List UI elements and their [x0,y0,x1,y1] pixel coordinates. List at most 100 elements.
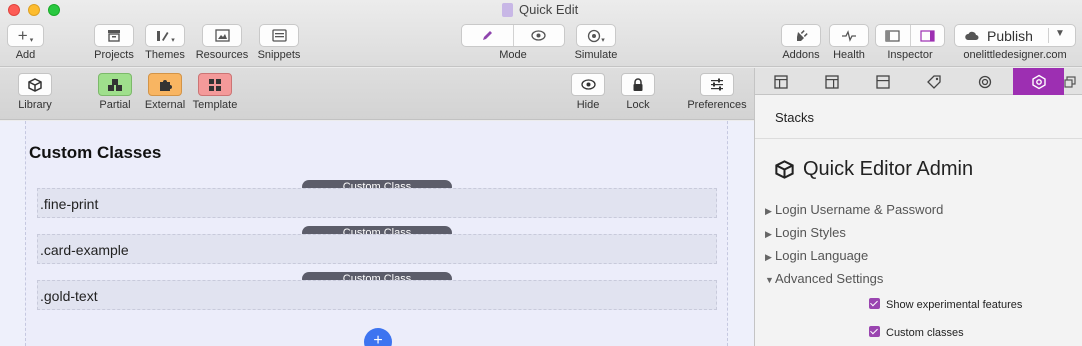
show-experimental-checkbox[interactable]: Show experimental features [869,298,1022,311]
template-label: Template [192,99,238,111]
custom-classes-checkbox[interactable]: Custom classes [869,326,964,339]
preferences-button[interactable] [700,73,734,96]
checkbox-label: Show experimental features [886,299,1023,311]
simulate-label: Simulate [574,49,618,61]
tab-stacks[interactable] [1013,68,1064,95]
layout-icon [824,74,839,89]
cube-icon [28,77,42,92]
page-heading: Custom Classes [29,143,162,162]
hide-label: Hide [576,99,600,111]
close-window-button[interactable] [8,4,20,16]
disclosure-triangle-icon: ▶ [765,252,772,262]
tab-site-layout[interactable] [806,68,857,95]
themes-button[interactable]: ▾ [145,24,185,47]
preferences-label: Preferences [687,99,747,111]
document-icon [502,3,513,17]
disclosure-label: Login Language [775,248,869,263]
tab-page-layout[interactable] [755,68,806,95]
publish-button[interactable]: Publish ▼ [954,24,1076,47]
cubes-icon [108,78,122,91]
target-icon [588,29,601,42]
brush-icon [157,30,169,41]
disclosure-label: Advanced Settings [775,271,884,286]
disclosure-login-credentials[interactable]: ▶ Login Username & Password [765,202,943,217]
inspector-label: Inspector [887,49,933,61]
checkbox-checked-icon [869,326,880,337]
external-button[interactable] [148,73,182,96]
custom-class-row[interactable]: .fine-print [37,188,717,218]
disclosure-login-styles[interactable]: ▶ Login Styles [765,225,846,240]
disclosure-advanced-settings[interactable]: ▼Advanced Settings [765,271,883,286]
sidebar-right-icon [920,29,935,42]
add-stack-button[interactable]: + [364,328,392,346]
hide-button[interactable] [571,73,605,96]
right-panel-toggle[interactable] [909,25,944,46]
tab-header-layout[interactable] [857,68,908,95]
publish-button-label: Publish [987,27,1033,44]
external-label: External [144,99,186,111]
inspector-panel: Stacks Quick Editor Admin ▶ Login Usernam… [754,68,1082,346]
partial-button[interactable] [98,73,132,96]
canvas-toolbar: Library Partial External Template Hide L… [0,68,754,120]
chevron-down-icon: ▾ [601,36,605,44]
preview-mode-button[interactable] [512,25,564,46]
chevron-down-icon: ▾ [171,36,175,44]
mode-segmented-control[interactable] [461,24,565,47]
window-stack-icon [1064,75,1076,88]
disclosure-triangle-open-icon: ▼ [765,275,774,285]
page-canvas[interactable]: Custom Classes Custom Class .fine-print … [0,121,754,346]
chevron-down-icon[interactable]: ▼ [1055,28,1065,39]
health-button[interactable] [829,24,869,47]
tab-overflow[interactable] [1064,68,1082,95]
library-button[interactable] [18,73,52,96]
partial-label: Partial [99,99,131,111]
disclosure-triangle-icon: ▶ [765,229,772,239]
simulate-button[interactable]: ▾ [576,24,616,47]
library-label: Library [18,99,52,111]
edit-mode-button[interactable] [462,25,513,46]
custom-class-row[interactable]: .gold-text [37,280,717,310]
snippets-button[interactable] [259,24,299,47]
projects-label: Projects [94,49,134,61]
eye-icon [531,30,547,41]
sidebar-left-icon [885,29,901,42]
health-label: Health [833,49,865,61]
disclosure-label: Login Styles [775,225,846,240]
checkbox-label: Custom classes [886,327,964,339]
left-panel-toggle[interactable] [876,25,910,46]
publish-dropdown-divider [1048,28,1049,43]
addons-label: Addons [782,49,820,61]
layout-icon [875,74,890,89]
inspector-toggle[interactable] [875,24,945,47]
zoom-window-button[interactable] [48,4,60,16]
projects-button[interactable] [94,24,134,47]
disclosure-triangle-icon: ▶ [765,206,772,216]
template-button[interactable] [198,73,232,96]
minimize-window-button[interactable] [28,4,40,16]
cloud-icon [965,31,979,40]
stack-title: Quick Editor Admin [803,158,974,180]
tab-resources[interactable] [959,68,1010,95]
disclosure-label: Login Username & Password [775,202,944,217]
grid-icon [209,78,221,91]
lock-label: Lock [626,99,650,111]
snippet-icon [271,29,287,42]
resources-label: Resources [195,49,249,61]
custom-class-text: .card-example [40,242,129,258]
lock-button[interactable] [621,73,655,96]
disclosure-login-language[interactable]: ▶ Login Language [765,248,868,263]
main-toolbar: Quick Edit + ▾ Add Projects ▾ Themes Res… [0,0,1082,67]
layout-icon [773,74,788,89]
archive-icon [108,30,120,42]
image-icon [214,29,230,42]
add-button[interactable]: + ▾ [7,24,44,47]
custom-class-row[interactable]: .card-example [37,234,717,264]
mode-label: Mode [499,49,527,61]
content-area[interactable]: Custom Classes Custom Class .fine-print … [25,121,728,346]
plus-icon: + [17,26,28,45]
addons-button[interactable] [781,24,821,47]
inspector-divider [755,138,1082,139]
tab-seo[interactable] [908,68,959,95]
themes-label: Themes [145,49,185,61]
resources-button[interactable] [202,24,242,47]
